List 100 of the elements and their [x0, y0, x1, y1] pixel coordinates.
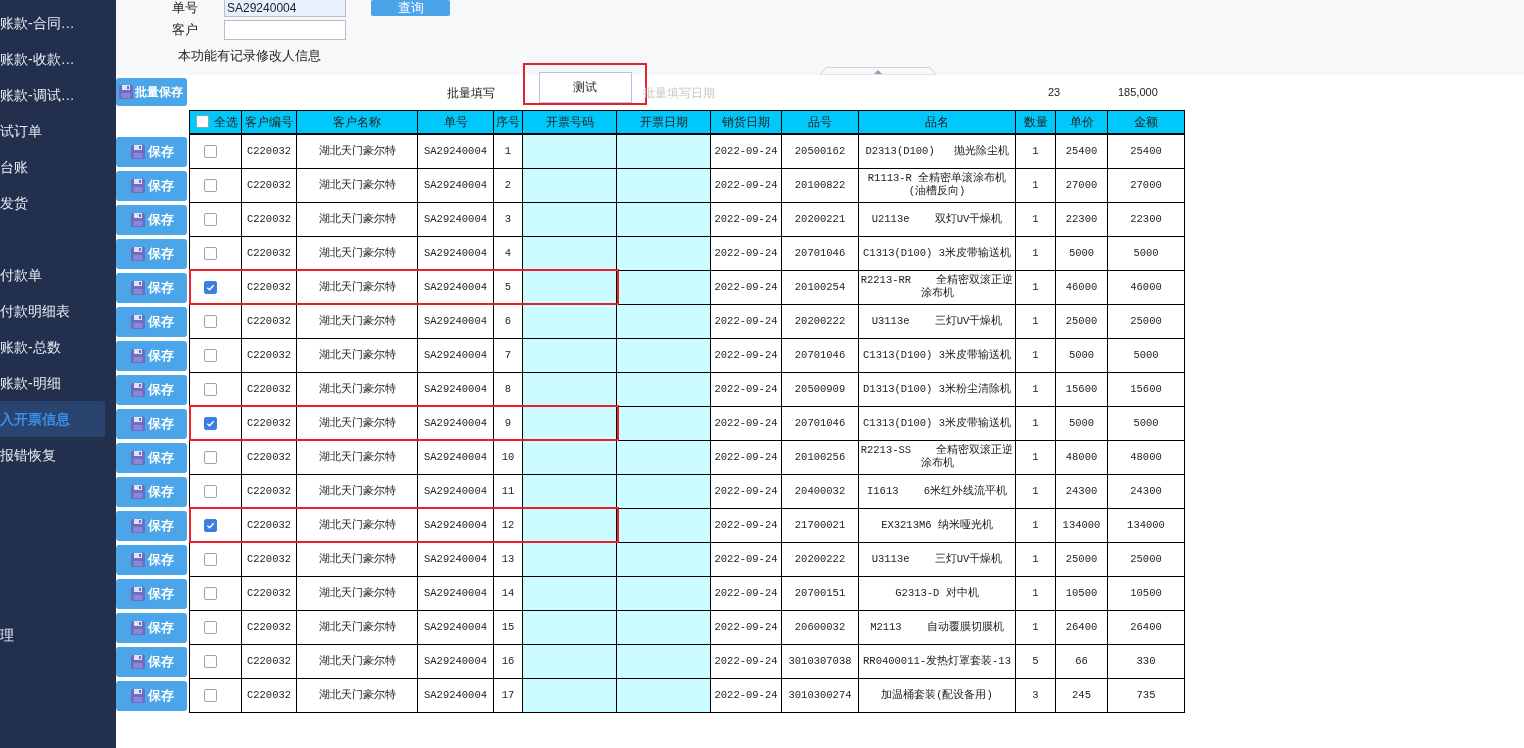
invoice-input-cell[interactable]	[522, 270, 617, 304]
save-button[interactable]: 保存	[116, 477, 187, 507]
checkbox[interactable]	[204, 246, 217, 260]
checkbox[interactable]	[204, 212, 217, 226]
save-button[interactable]: 保存	[116, 511, 187, 541]
query-button[interactable]: 查询	[371, 0, 450, 16]
checkbox[interactable]	[204, 654, 217, 668]
invoice-input-cell[interactable]	[616, 440, 711, 474]
save-icon	[129, 348, 146, 364]
invoice-input-cell[interactable]	[522, 202, 617, 236]
invoice-input-cell[interactable]	[522, 338, 617, 372]
save-button[interactable]: 保存	[116, 137, 187, 167]
invoice-input-cell[interactable]	[616, 236, 711, 270]
invoice-input-cell[interactable]	[522, 610, 617, 644]
invoice-input-cell[interactable]	[522, 508, 617, 542]
invoice-input-cell[interactable]	[616, 372, 711, 406]
save-button[interactable]: 保存	[116, 443, 187, 473]
invoice-input-cell[interactable]	[616, 474, 711, 508]
invoice-input-cell[interactable]	[616, 508, 711, 542]
save-button[interactable]: 保存	[116, 681, 187, 711]
checkbox[interactable]	[204, 518, 217, 532]
table-cell: 1	[1015, 440, 1056, 474]
field-label: 单号	[172, 0, 199, 18]
checkbox[interactable]	[204, 586, 217, 600]
table-cell: 湖北天门豪尔特	[296, 678, 418, 712]
table-cell: C220032	[241, 168, 297, 202]
save-icon	[129, 416, 146, 432]
invoice-input-cell[interactable]	[522, 406, 617, 440]
checkbox[interactable]	[204, 348, 217, 362]
invoice-input-cell[interactable]	[616, 678, 711, 712]
table-cell: EX3213M6 纳米哑光机	[858, 508, 1016, 542]
invoice-input-cell[interactable]	[522, 542, 617, 576]
table-cell: SA29240004	[417, 576, 494, 610]
save-icon	[129, 382, 146, 398]
invoice-input-cell[interactable]	[616, 338, 711, 372]
table-cell: 1	[1015, 372, 1056, 406]
checkbox[interactable]	[204, 280, 217, 294]
invoice-input-cell[interactable]	[616, 304, 711, 338]
save-button[interactable]: 保存	[116, 647, 187, 677]
save-button[interactable]: 保存	[116, 307, 187, 337]
save-button[interactable]: 保存	[116, 409, 187, 439]
batch-save-button[interactable]: 批量保存	[116, 78, 187, 106]
table-cell: 5	[1015, 644, 1056, 678]
save-icon	[129, 178, 146, 194]
checkbox[interactable]	[204, 416, 217, 430]
invoice-input-cell[interactable]	[522, 304, 617, 338]
table-cell: 20500162	[781, 133, 859, 168]
save-button[interactable]: 保存	[116, 239, 187, 269]
sidebar-item[interactable]: 入开票信息	[0, 401, 105, 437]
table-cell: 1	[1015, 406, 1056, 440]
invoice-input-cell[interactable]	[616, 542, 711, 576]
checkbox[interactable]	[204, 484, 217, 498]
save-button[interactable]: 保存	[116, 205, 187, 235]
checkbox[interactable]	[204, 178, 217, 192]
save-button[interactable]: 保存	[116, 613, 187, 643]
save-button[interactable]: 保存	[116, 545, 187, 575]
checkbox[interactable]	[204, 382, 217, 396]
column-header: 销货日期	[710, 110, 782, 134]
invoice-input-cell[interactable]	[522, 474, 617, 508]
checkbox[interactable]	[204, 450, 217, 464]
batch-fill-field[interactable]: 测试	[538, 71, 632, 103]
invoice-input-cell[interactable]	[616, 133, 711, 168]
invoice-input-cell[interactable]	[522, 236, 617, 270]
checkbox[interactable]	[204, 144, 217, 158]
invoice-input-cell[interactable]	[616, 270, 711, 304]
invoice-input-cell[interactable]	[616, 610, 711, 644]
save-icon	[129, 518, 146, 534]
save-button[interactable]: 保存	[116, 273, 187, 303]
checkbox[interactable]	[204, 552, 217, 566]
invoice-input-cell[interactable]	[522, 644, 617, 678]
table-cell: 2022-09-24	[710, 236, 782, 270]
invoice-input-cell[interactable]	[616, 168, 711, 202]
save-icon	[129, 450, 146, 466]
invoice-input-cell[interactable]	[522, 678, 617, 712]
invoice-input-cell[interactable]	[616, 576, 711, 610]
invoice-input-cell[interactable]	[522, 372, 617, 406]
save-icon	[129, 654, 146, 670]
invoice-input-cell[interactable]	[522, 133, 617, 168]
input-field[interactable]: SA29240004	[224, 0, 346, 17]
save-button[interactable]: 保存	[116, 375, 187, 405]
invoice-input-cell[interactable]	[522, 440, 617, 474]
checkbox[interactable]	[204, 620, 217, 634]
checkbox[interactable]	[204, 314, 217, 328]
table-cell: U3113e 三灯UV干燥机	[858, 542, 1016, 576]
save-button[interactable]: 保存	[116, 579, 187, 609]
table-cell: R1113-R 全精密单滚涂布机(油槽反向)	[858, 168, 1016, 202]
checkbox[interactable]	[196, 115, 209, 129]
invoice-input-cell[interactable]	[616, 202, 711, 236]
invoice-input-cell[interactable]	[616, 406, 711, 440]
invoice-input-cell[interactable]	[616, 644, 711, 678]
save-button[interactable]: 保存	[116, 341, 187, 371]
table-cell: 2022-09-24	[710, 576, 782, 610]
table-cell: 1	[1015, 610, 1056, 644]
input-field[interactable]	[224, 20, 346, 40]
invoice-input-cell[interactable]	[522, 576, 617, 610]
checkbox[interactable]	[204, 688, 217, 702]
table-cell: 25000	[1055, 542, 1108, 576]
table-cell: 17	[493, 678, 523, 712]
invoice-input-cell[interactable]	[522, 168, 617, 202]
save-button[interactable]: 保存	[116, 171, 187, 201]
